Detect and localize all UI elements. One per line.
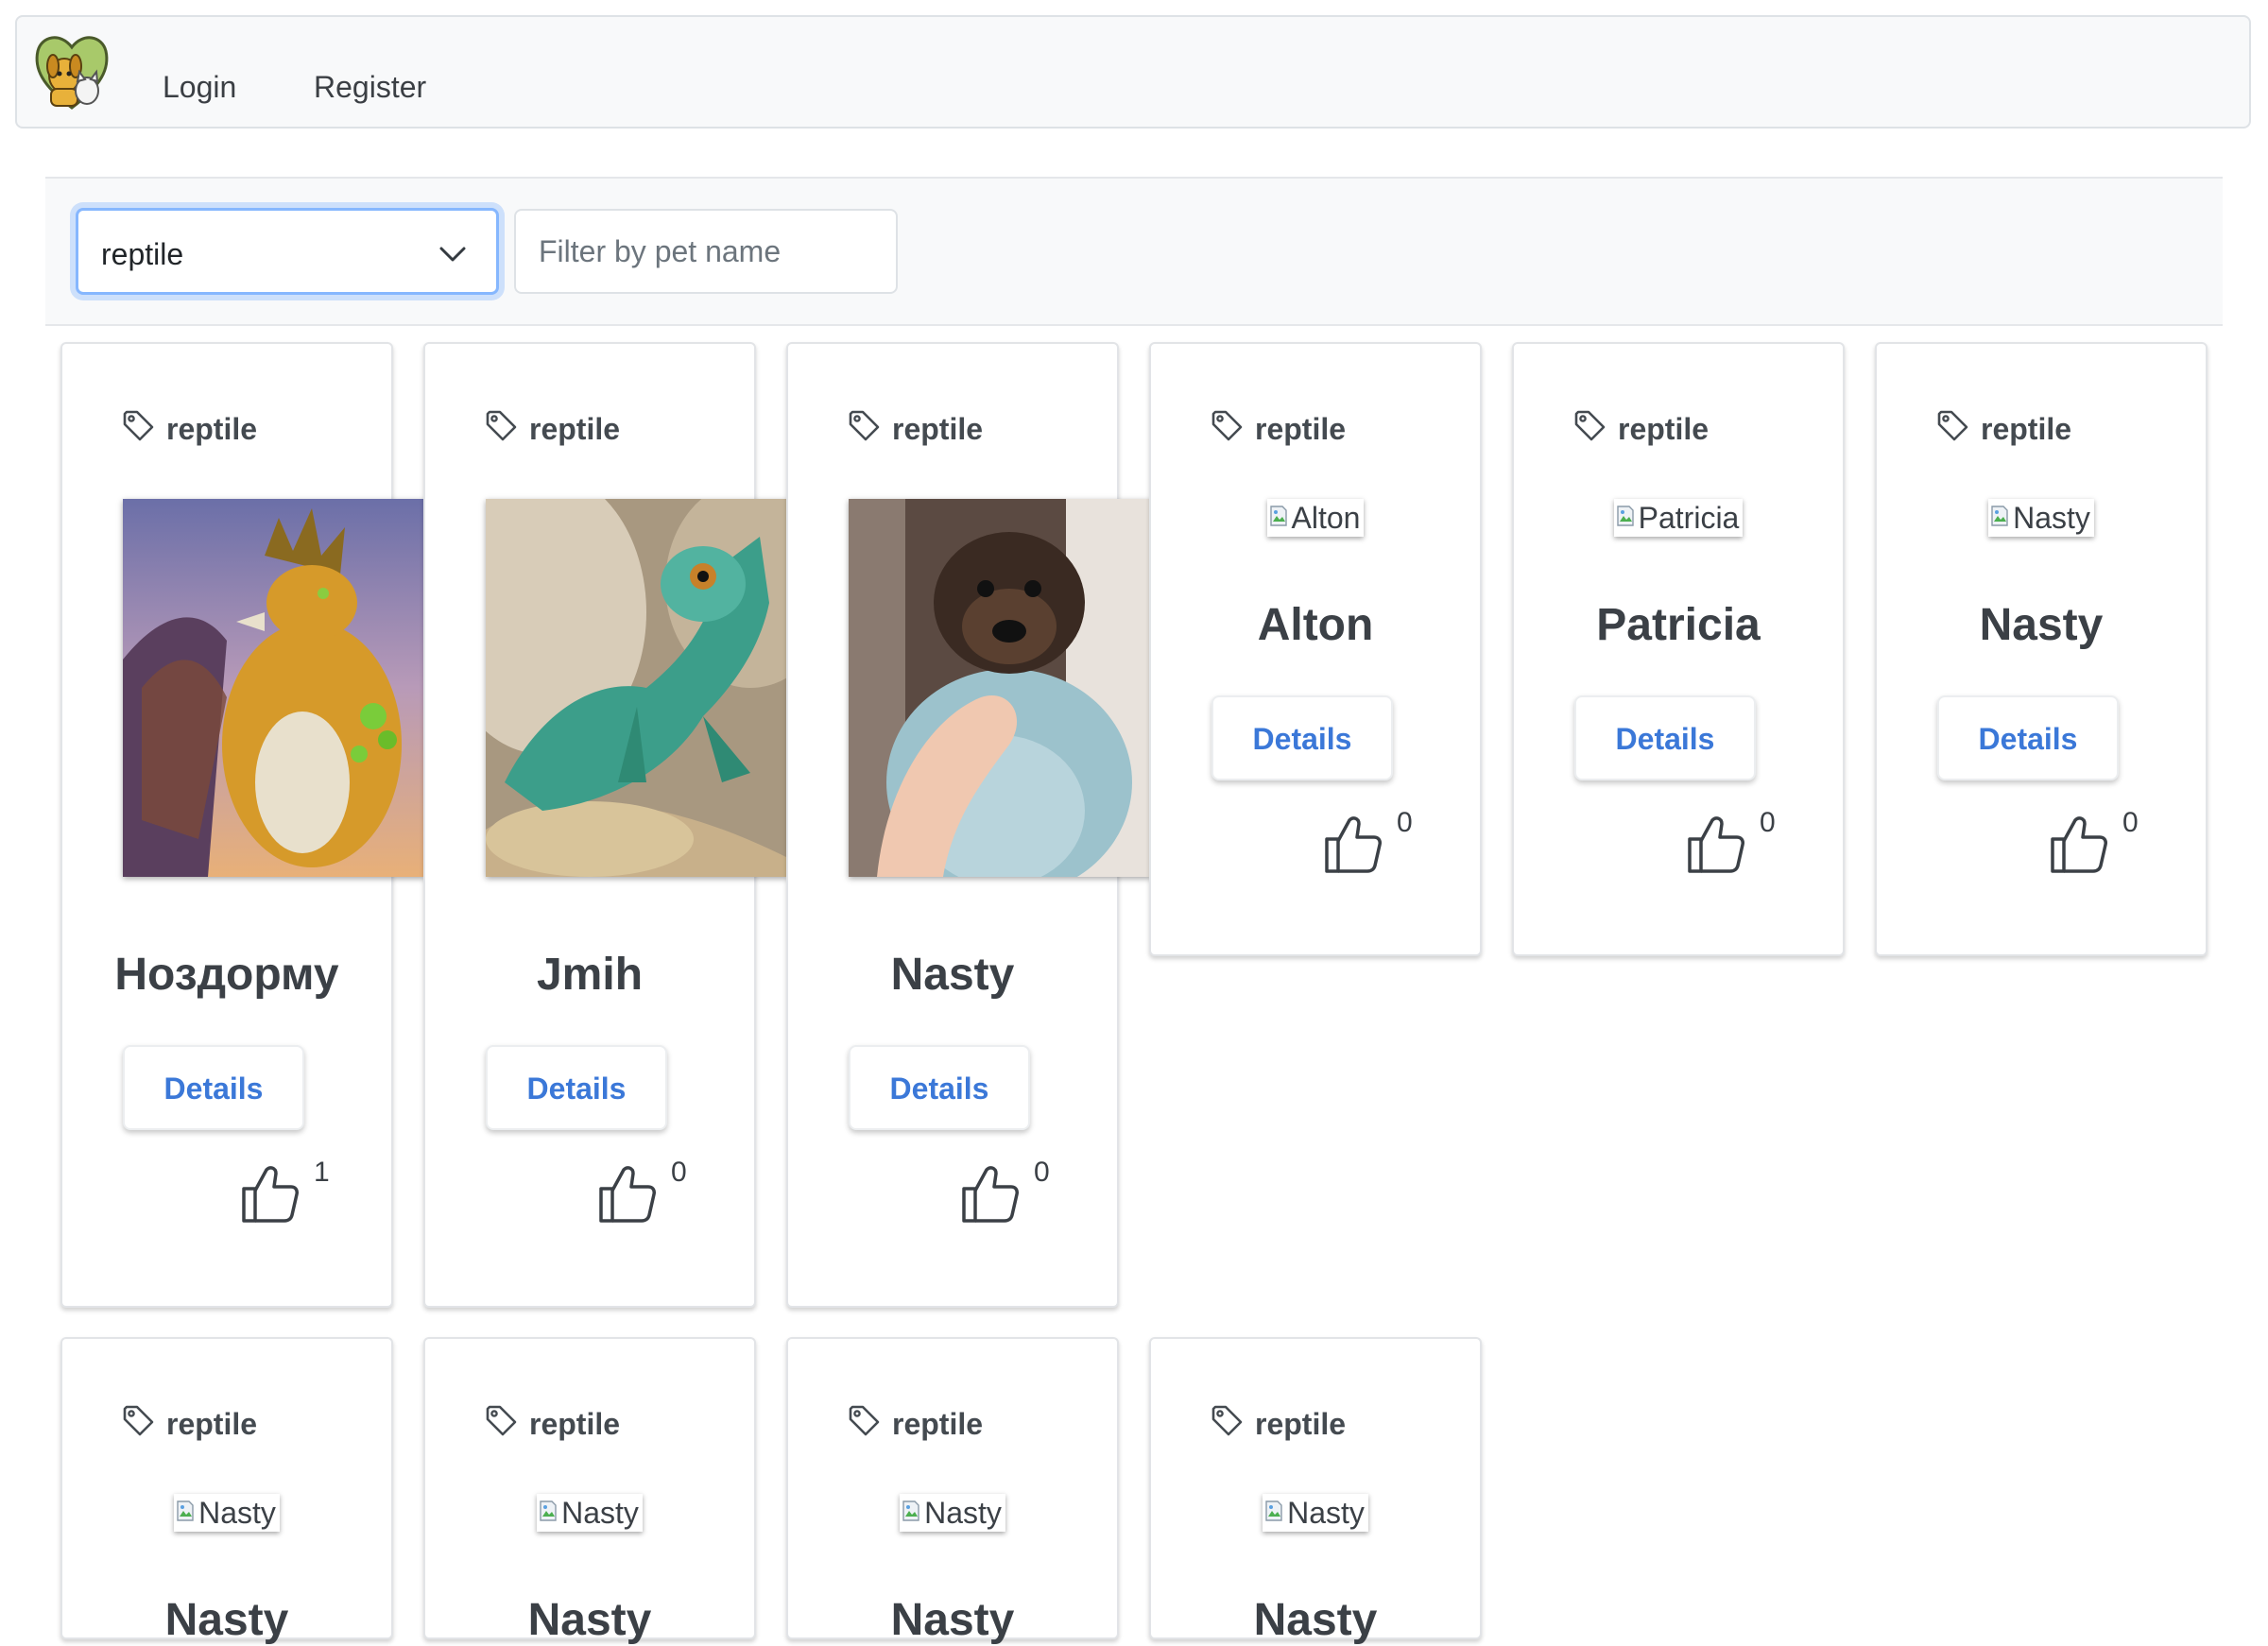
pet-photo-broken: Nasty bbox=[1151, 1494, 1480, 1532]
details-button[interactable]: Details bbox=[123, 1045, 304, 1130]
tag-icon bbox=[1211, 1405, 1243, 1436]
register-link[interactable]: Register bbox=[314, 72, 426, 102]
pet-photo-broken: Alton bbox=[1151, 499, 1480, 537]
category-tag-label: reptile bbox=[529, 1407, 621, 1441]
pet-name: Nasty bbox=[1979, 600, 2104, 650]
like-count: 0 bbox=[1760, 807, 1776, 838]
category-tag-label: reptile bbox=[1981, 412, 2072, 446]
category-tag-label: reptile bbox=[892, 1407, 984, 1441]
tag-icon bbox=[123, 1405, 154, 1436]
pet-card: reptile Nasty Nasty bbox=[423, 1337, 756, 1645]
pet-card: reptile Nasty Nasty bbox=[786, 1337, 1119, 1645]
pet-photo-alt-text: Nasty bbox=[924, 1496, 1002, 1530]
chevron-down-icon bbox=[439, 247, 466, 262]
broken-image-icon bbox=[1265, 1500, 1282, 1521]
pet-name-filter-input[interactable] bbox=[514, 209, 898, 294]
category-tag-label: reptile bbox=[1618, 412, 1710, 446]
pet-card: reptile Ноздорму Details 1 bbox=[60, 342, 425, 1308]
pet-photo-broken: Nasty bbox=[425, 1494, 754, 1532]
like-count: 0 bbox=[2122, 807, 2139, 838]
pet-name: Nasty bbox=[527, 1595, 652, 1645]
tag-icon bbox=[1211, 410, 1243, 441]
thumbs-up-icon[interactable] bbox=[238, 1162, 301, 1225]
pet-photo-alt-text: Nasty bbox=[2013, 501, 2090, 535]
pet-photo-broken: Nasty bbox=[62, 1494, 391, 1532]
category-select-value: reptile bbox=[101, 237, 184, 271]
tag-icon bbox=[486, 1405, 517, 1436]
broken-image-icon bbox=[540, 1500, 557, 1521]
broken-image-icon bbox=[177, 1500, 194, 1521]
category-tag-label: reptile bbox=[529, 412, 621, 446]
like-count: 1 bbox=[314, 1157, 330, 1188]
category-tag-label: reptile bbox=[892, 412, 984, 446]
pet-name: Jmih bbox=[536, 950, 644, 1000]
pet-photo bbox=[849, 499, 1151, 877]
broken-image-icon bbox=[1269, 506, 1287, 526]
logo-icon[interactable] bbox=[32, 30, 112, 111]
tag-icon bbox=[123, 410, 154, 441]
tag-icon bbox=[486, 410, 517, 441]
tag-icon bbox=[1574, 410, 1606, 441]
thumbs-up-icon[interactable] bbox=[2047, 813, 2109, 875]
pet-name: Alton bbox=[1257, 600, 1374, 650]
details-button[interactable]: Details bbox=[1211, 695, 1393, 780]
pet-photo-broken: Nasty bbox=[1877, 499, 2206, 537]
category-select[interactable]: reptile bbox=[76, 208, 499, 295]
pet-card: reptile Nasty Nasty bbox=[60, 1337, 393, 1645]
category-tag-label: reptile bbox=[1255, 1407, 1347, 1441]
pet-photo-broken: Patricia bbox=[1514, 499, 1843, 537]
pet-photo-alt-text: Nasty bbox=[1287, 1496, 1365, 1530]
pet-card: reptile Nasty Nasty bbox=[1149, 1337, 1482, 1645]
details-button[interactable]: Details bbox=[486, 1045, 667, 1130]
like-count: 0 bbox=[1034, 1157, 1050, 1188]
like-count: 0 bbox=[1397, 807, 1413, 838]
thumbs-up-icon[interactable] bbox=[958, 1162, 1021, 1225]
pet-name: Patricia bbox=[1596, 600, 1761, 650]
pet-card: reptile Nasty Details 0 bbox=[786, 342, 1151, 1308]
pet-photo-broken: Nasty bbox=[788, 1494, 1117, 1532]
category-tag-label: reptile bbox=[166, 1407, 258, 1441]
pet-photo-alt-text: Patricia bbox=[1638, 501, 1740, 535]
broken-image-icon bbox=[1616, 506, 1634, 526]
pet-name: Nasty bbox=[164, 1595, 289, 1645]
broken-image-icon bbox=[902, 1500, 919, 1521]
pet-name: Nasty bbox=[890, 1595, 1015, 1645]
thumbs-up-icon[interactable] bbox=[1684, 813, 1746, 875]
pet-card: reptile Jmih Details 0 bbox=[423, 342, 788, 1308]
pet-card: reptile Nasty Nasty Details 0 bbox=[1875, 342, 2208, 956]
pet-name: Nasty bbox=[890, 950, 1015, 1000]
navbar: Login Register bbox=[15, 15, 2251, 129]
details-button[interactable]: Details bbox=[1937, 695, 2119, 780]
pet-photo-alt-text: Nasty bbox=[198, 1496, 276, 1530]
tag-icon bbox=[849, 410, 880, 441]
pet-photo bbox=[486, 499, 788, 877]
details-button[interactable]: Details bbox=[849, 1045, 1030, 1130]
details-button[interactable]: Details bbox=[1574, 695, 1756, 780]
thumbs-up-icon[interactable] bbox=[1321, 813, 1383, 875]
pet-card: reptile Patricia Patricia Details 0 bbox=[1512, 342, 1845, 956]
category-tag-label: reptile bbox=[1255, 412, 1347, 446]
pet-card: reptile Alton Alton Details 0 bbox=[1149, 342, 1482, 956]
pet-photo-alt-text: Nasty bbox=[561, 1496, 639, 1530]
category-tag-label: reptile bbox=[166, 412, 258, 446]
pet-photo-alt-text: Alton bbox=[1291, 501, 1361, 535]
tag-icon bbox=[1937, 410, 1968, 441]
thumbs-up-icon[interactable] bbox=[595, 1162, 658, 1225]
pet-name: Nasty bbox=[1253, 1595, 1378, 1645]
pet-name: Ноздорму bbox=[114, 950, 339, 1000]
tag-icon bbox=[849, 1405, 880, 1436]
login-link[interactable]: Login bbox=[163, 72, 236, 102]
broken-image-icon bbox=[1991, 506, 2008, 526]
pet-photo bbox=[123, 499, 425, 877]
like-count: 0 bbox=[671, 1157, 687, 1188]
